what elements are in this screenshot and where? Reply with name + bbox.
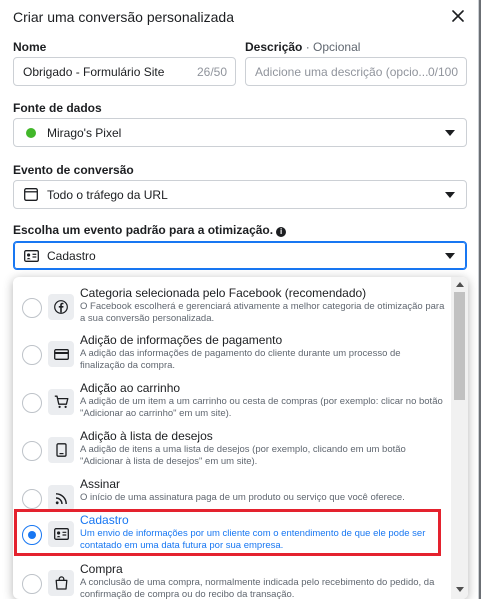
conversion-event-select[interactable]: Todo o tráfego da URL bbox=[13, 180, 467, 209]
optional-tag: · Opcional bbox=[305, 40, 361, 54]
close-button[interactable] bbox=[449, 7, 467, 25]
option-description: A adição de itens a uma lista de desejos… bbox=[80, 444, 406, 467]
credit-card-icon bbox=[48, 341, 74, 367]
option-title: Adição de informações de pagamento bbox=[80, 333, 283, 347]
description-label: Descrição · Opcional bbox=[245, 40, 360, 54]
radio-button[interactable] bbox=[22, 393, 42, 413]
standard-event-select[interactable]: Cadastro bbox=[13, 241, 467, 270]
radio-button[interactable] bbox=[22, 345, 42, 365]
standard-event-label-text: Escolha um evento padrão para a otimizaç… bbox=[13, 223, 274, 237]
option-title: Adição à lista de desejos bbox=[80, 429, 213, 443]
option-add-to-wishlist[interactable]: Adição à lista de desejos A adição de it… bbox=[13, 426, 451, 474]
standard-event-dropdown: Categoria selecionada pelo Facebook (rec… bbox=[13, 277, 468, 599]
option-title: Adição ao carrinho bbox=[80, 381, 181, 395]
option-purchase[interactable]: Compra A conclusão de uma compra, normal… bbox=[13, 559, 451, 599]
standard-event-label: Escolha um evento padrão para a otimizaç… bbox=[13, 223, 287, 237]
option-description: A conclusão de uma compra, normalmente i… bbox=[80, 577, 435, 599]
pixel-status-icon bbox=[23, 125, 39, 141]
bookmark-icon bbox=[48, 437, 74, 463]
name-value: Obrigado - Formulário Site bbox=[23, 64, 165, 79]
chevron-down-icon bbox=[445, 129, 455, 136]
facebook-icon bbox=[48, 294, 74, 320]
option-payment-info[interactable]: Adição de informações de pagamento A adi… bbox=[13, 330, 451, 378]
conversion-event-value: Todo o tráfego da URL bbox=[47, 187, 168, 202]
custom-conversion-dialog: Criar uma conversão personalizada Nome O… bbox=[0, 0, 479, 599]
data-source-label: Fonte de dados bbox=[13, 101, 102, 115]
scroll-up-arrow-icon[interactable] bbox=[456, 282, 464, 287]
radio-button[interactable] bbox=[22, 298, 42, 318]
option-title: Compra bbox=[80, 562, 123, 576]
name-label: Nome bbox=[13, 40, 47, 54]
description-placeholder: Adicione uma descrição (opcio... bbox=[255, 64, 428, 79]
description-char-count: 0/100 bbox=[427, 64, 458, 79]
name-char-count: 26/50 bbox=[196, 64, 227, 79]
id-card-icon bbox=[23, 248, 39, 264]
radio-button[interactable] bbox=[22, 489, 42, 509]
scroll-down-arrow-icon[interactable] bbox=[456, 587, 464, 592]
shopping-bag-icon bbox=[48, 570, 74, 596]
option-description: O início de uma assinatura paga de um pr… bbox=[80, 492, 405, 503]
option-facebook-category[interactable]: Categoria selecionada pelo Facebook (rec… bbox=[13, 283, 451, 331]
radio-button[interactable] bbox=[22, 574, 42, 594]
info-icon[interactable]: i bbox=[276, 227, 287, 237]
browser-window-icon bbox=[23, 187, 39, 203]
close-icon bbox=[452, 10, 464, 22]
description-label-text: Descrição bbox=[245, 40, 303, 54]
highlight-box bbox=[14, 509, 441, 556]
name-field[interactable]: Obrigado - Formulário Site 26/50 bbox=[13, 57, 236, 86]
option-description: A adição das informações de pagamento do… bbox=[80, 348, 401, 371]
option-title: Assinar bbox=[80, 477, 121, 491]
rss-icon bbox=[48, 485, 74, 511]
dialog-header: Criar uma conversão personalizada bbox=[0, 0, 479, 34]
option-add-to-cart[interactable]: Adição ao carrinho A adição de um item a… bbox=[13, 378, 451, 426]
conversion-event-label: Evento de conversão bbox=[13, 163, 134, 177]
dialog-title: Criar uma conversão personalizada bbox=[13, 9, 234, 25]
shopping-cart-icon bbox=[48, 389, 74, 415]
option-title: Categoria selecionada pelo Facebook (rec… bbox=[80, 286, 367, 300]
description-field[interactable]: Adicione uma descrição (opcio... 0/100 bbox=[245, 57, 467, 86]
scrollbar-thumb[interactable] bbox=[454, 292, 465, 400]
chevron-down-icon bbox=[445, 191, 455, 198]
option-description: O Facebook escolherá e gerenciará ativam… bbox=[80, 301, 445, 324]
option-description: A adição de um item a um carrinho ou ces… bbox=[80, 396, 443, 419]
data-source-select[interactable]: Mirago's Pixel bbox=[13, 118, 467, 147]
radio-button[interactable] bbox=[22, 441, 42, 461]
data-source-value: Mirago's Pixel bbox=[47, 125, 122, 140]
chevron-down-icon bbox=[445, 252, 455, 259]
standard-event-value: Cadastro bbox=[47, 248, 96, 263]
